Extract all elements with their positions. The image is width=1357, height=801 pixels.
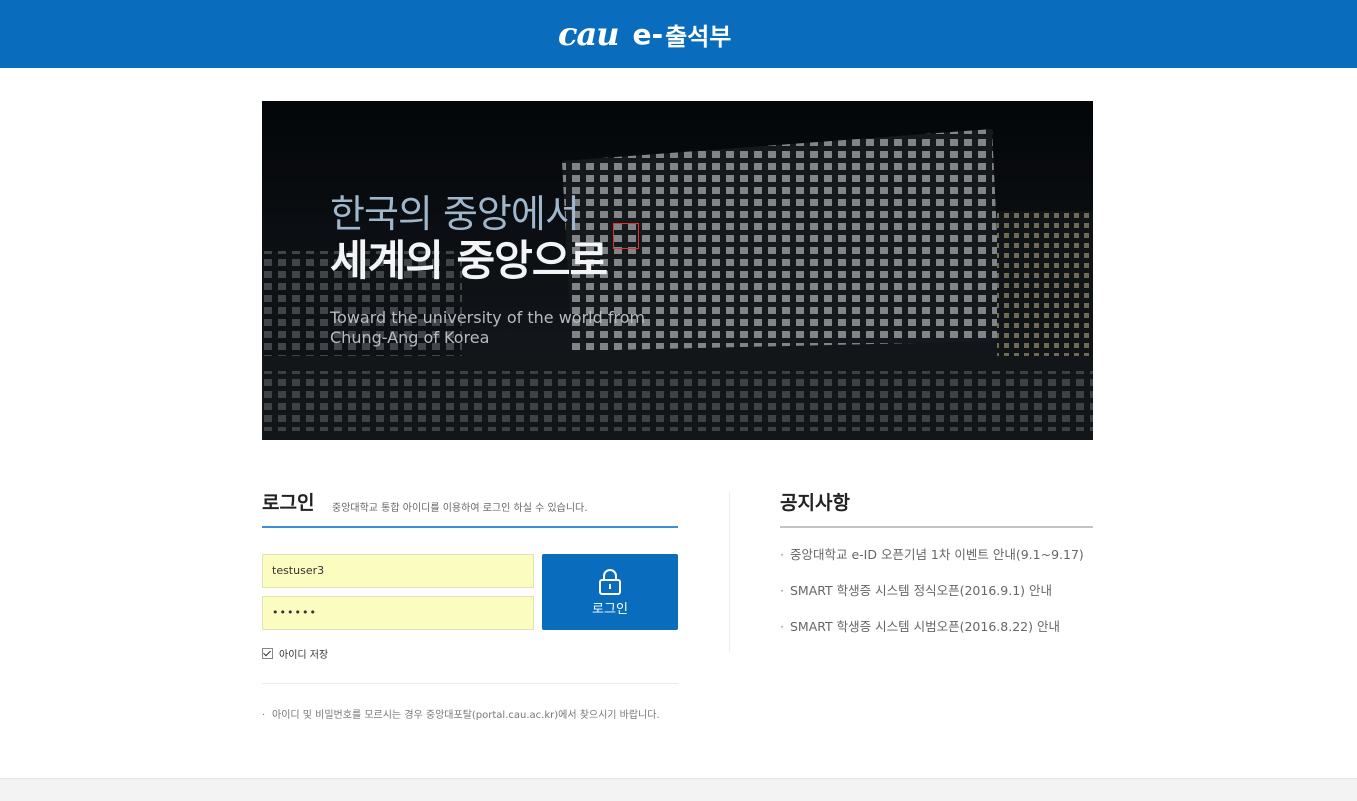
logo-e-prefix: e- <box>632 17 664 51</box>
site-logo[interactable]: cau e- 출석부 <box>558 14 731 54</box>
divider <box>262 683 678 684</box>
remember-id-checkbox[interactable] <box>262 648 273 659</box>
help-note: · 아이디 및 비밀번호를 모르시는 경우 중앙대포탈(portal.cau.ac… <box>262 708 678 723</box>
help-text: 아이디 및 비밀번호를 모르시는 경우 중앙대포탈(portal.cau.ac.… <box>272 710 660 721</box>
help-bullet: · <box>262 710 266 721</box>
footer-bar <box>0 778 1357 801</box>
password-input[interactable]: •••••• <box>262 596 534 630</box>
hero-english-line-2: Chung-Ang of Korea <box>330 328 490 347</box>
site-title: 출석부 <box>665 22 732 51</box>
column-divider <box>729 492 730 652</box>
notice-bullet: · <box>780 547 784 562</box>
login-title: 로그인 <box>262 492 315 514</box>
notice-item-label[interactable]: SMART 학생증 시스템 시범오픈(2016.8.22) 안내 <box>790 619 1060 634</box>
hero-headline-2-text: 세계의 중앙으로 <box>330 236 608 285</box>
notice-bullet: · <box>780 583 784 598</box>
login-button[interactable]: 로그인 <box>542 554 678 630</box>
notice-item-label[interactable]: 중앙대학교 e-ID 오픈기념 1차 이벤트 안내(9.1~9.17) <box>790 547 1084 562</box>
hero-headline-2: 세계의 중앙으로 <box>330 223 639 288</box>
login-button-label: 로그인 <box>592 602 628 617</box>
red-square-mark <box>613 223 639 249</box>
login-section-header: 로그인 중앙대학교 통합 아이디를 이용하여 로그인 하실 수 있습니다. <box>262 488 678 528</box>
lock-icon <box>599 569 621 595</box>
notice-item[interactable]: · 중앙대학교 e-ID 오픈기념 1차 이벤트 안내(9.1~9.17) <box>780 547 1084 583</box>
top-header-bar: cau e- 출석부 <box>0 0 1357 68</box>
cau-logo-text: cau <box>558 15 619 53</box>
notice-title: 공지사항 <box>780 492 850 514</box>
notice-item[interactable]: · SMART 학생증 시스템 시범오픈(2016.8.22) 안내 <box>780 619 1084 655</box>
notice-item[interactable]: · SMART 학생증 시스템 정식오픈(2016.9.1) 안내 <box>780 583 1084 619</box>
hero-banner: 한국의 중앙에서 세계의 중앙으로 Toward the university … <box>262 101 1093 440</box>
hero-english-line-1: Toward the university of the world from <box>330 308 646 327</box>
remember-id-label: 아이디 저장 <box>279 650 329 661</box>
notice-item-label[interactable]: SMART 학생증 시스템 정식오픈(2016.9.1) 안내 <box>790 583 1052 598</box>
notice-bullet: · <box>780 619 784 634</box>
notice-list: · 중앙대학교 e-ID 오픈기념 1차 이벤트 안내(9.1~9.17) · SM… <box>780 547 1084 655</box>
login-description: 중앙대학교 통합 아이디를 이용하여 로그인 하실 수 있습니다. <box>332 503 588 514</box>
remember-id-option[interactable]: 아이디 저장 <box>262 646 328 661</box>
notice-section-header: 공지사항 <box>780 488 1093 528</box>
username-input[interactable]: testuser3 <box>262 554 534 588</box>
